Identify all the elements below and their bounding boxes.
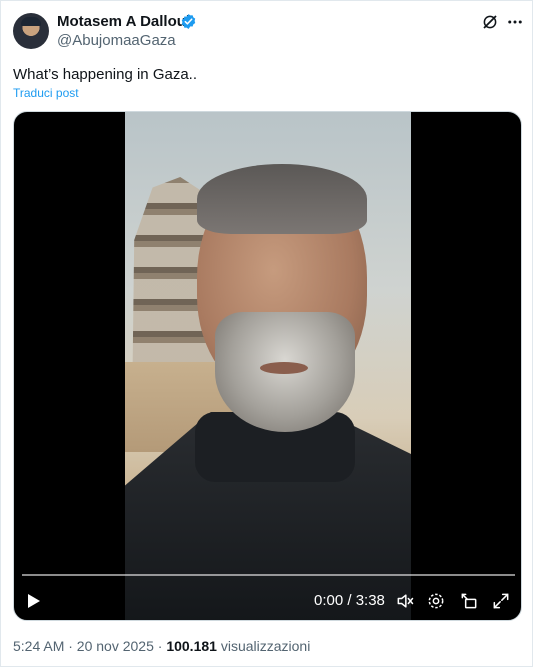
views-count: 100.181: [166, 638, 217, 654]
post-meta: 5:24 AM · 20 nov 2025 · 100.181 visualiz…: [13, 638, 310, 655]
fullscreen-icon[interactable]: [491, 591, 511, 611]
author-handle[interactable]: @AbujomaaGaza: [57, 32, 176, 50]
pip-icon[interactable]: [459, 591, 479, 611]
video-progress-bar[interactable]: [22, 574, 515, 576]
post-text: What’s happening in Gaza..: [13, 66, 198, 83]
video-time: 0:00 / 3:38: [314, 592, 385, 609]
author-name[interactable]: Motasem A Dalloul: [57, 13, 190, 31]
play-icon[interactable]: [26, 593, 42, 609]
translate-link[interactable]: Traduci post: [13, 86, 79, 100]
video-frame: [125, 112, 411, 620]
post-card: Motasem A Dalloul @AbujomaaGaza What’s h…: [0, 0, 533, 667]
grok-icon[interactable]: [481, 13, 499, 31]
settings-icon[interactable]: [426, 591, 446, 611]
verified-badge-icon: [181, 14, 196, 29]
mute-icon[interactable]: [395, 591, 415, 611]
avatar[interactable]: [13, 13, 49, 49]
post-timestamp[interactable]: 5:24 AM · 20 nov 2025 ·: [13, 638, 166, 654]
video-player[interactable]: 0:00 / 3:38: [13, 111, 522, 621]
views-label: visualizzazioni: [216, 638, 311, 654]
more-icon[interactable]: [506, 13, 524, 31]
